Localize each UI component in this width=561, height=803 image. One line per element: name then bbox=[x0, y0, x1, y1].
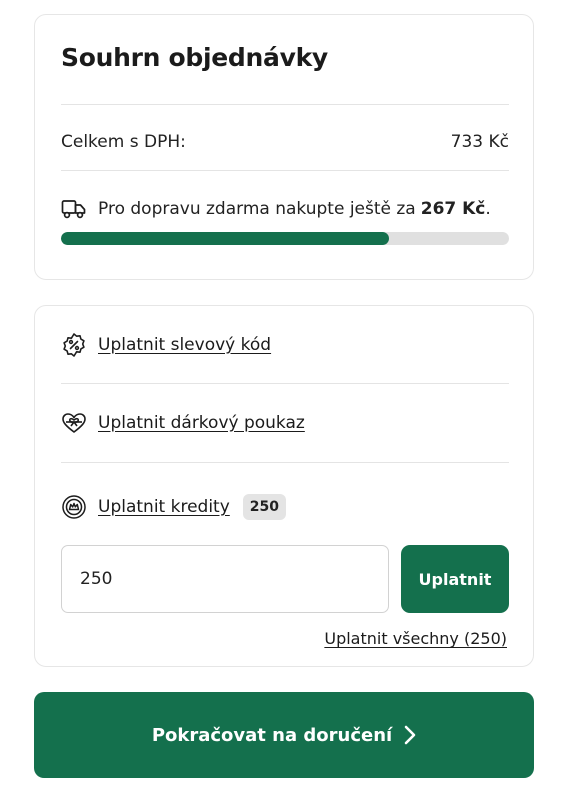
discount-badge-icon bbox=[61, 332, 87, 358]
total-value: 733 Kč bbox=[450, 132, 509, 152]
total-label: Celkem s DPH: bbox=[61, 132, 186, 152]
apply-credits-row: Uplatnit kredity 250 bbox=[61, 494, 287, 520]
shipping-suffix: . bbox=[485, 199, 491, 219]
apply-coupon-row[interactable]: Uplatnit slevový kód bbox=[61, 332, 271, 358]
continue-label: Pokračovat na doručení bbox=[151, 724, 393, 746]
gift-heart-icon bbox=[61, 410, 87, 436]
apply-all-credits-link[interactable]: Uplatnit všechny (250) bbox=[324, 629, 507, 648]
apply-credits-button[interactable]: Uplatnit bbox=[401, 545, 509, 613]
divider bbox=[61, 170, 509, 171]
apply-gift-voucher-row[interactable]: Uplatnit dárkový poukaz bbox=[61, 410, 305, 436]
shipping-text: Pro dopravu zdarma nakupte ještě za bbox=[98, 199, 416, 219]
shipping-progress-fill bbox=[61, 232, 390, 245]
credits-balance-badge: 250 bbox=[242, 494, 287, 520]
shipping-amount: 267 Kč bbox=[420, 199, 486, 219]
total-row: Celkem s DPH: 733 Kč bbox=[61, 132, 509, 152]
truck-icon bbox=[61, 198, 87, 220]
divider bbox=[61, 104, 509, 105]
chevron-right-icon bbox=[404, 725, 416, 745]
credits-amount-input[interactable] bbox=[61, 545, 389, 613]
apply-gift-voucher-link[interactable]: Uplatnit dárkový poukaz bbox=[98, 413, 305, 433]
order-summary-card: Souhrn objednávky Celkem s DPH: 733 Kč P… bbox=[34, 14, 534, 280]
divider bbox=[61, 462, 509, 463]
divider bbox=[61, 383, 509, 384]
free-shipping-notice: Pro dopravu zdarma nakupte ještě za 267 … bbox=[61, 198, 509, 220]
summary-title: Souhrn objednávky bbox=[61, 43, 328, 72]
continue-to-delivery-button[interactable]: Pokračovat na doručení bbox=[34, 692, 534, 778]
discounts-card: Uplatnit slevový kód Uplatnit dárkový po… bbox=[34, 305, 534, 667]
apply-credits-link[interactable]: Uplatnit kredity bbox=[98, 497, 230, 517]
apply-coupon-link[interactable]: Uplatnit slevový kód bbox=[98, 335, 271, 355]
credits-coin-icon bbox=[61, 494, 87, 520]
shipping-progress-bar bbox=[61, 232, 509, 245]
